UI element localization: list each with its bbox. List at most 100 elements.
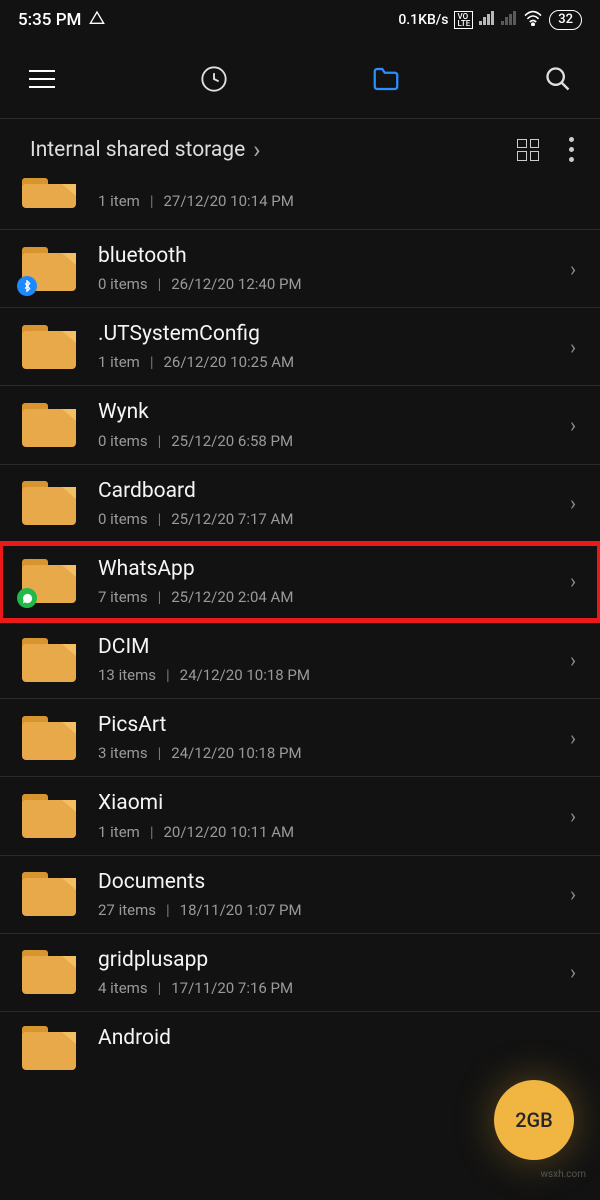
folder-date: 25/12/20 7:17 AM: [171, 510, 293, 528]
status-battery: 32: [549, 10, 582, 30]
chevron-right-icon: ›: [570, 569, 580, 593]
folder-info: gridplusapp4 items|17/11/20 7:16 PM: [98, 948, 570, 997]
folder-row[interactable]: WhatsApp 7 items | 25/12/20 2:04 AM ›: [0, 543, 600, 621]
folder-meta: 27 items | 18/11/20 1:07 PM: [98, 901, 570, 919]
folder-name: Cardboard: [98, 479, 570, 504]
folder-info: Cardboard0 items|25/12/20 7:17 AM: [98, 479, 570, 528]
separator: |: [150, 353, 154, 371]
breadcrumb-label: Internal shared storage: [30, 138, 245, 162]
folder-meta: 0 items|25/12/20 6:58 PM: [98, 432, 570, 450]
folder-item-count: 27 items: [98, 901, 156, 919]
chevron-right-icon: ›: [570, 491, 580, 515]
folder-icon: [22, 247, 76, 291]
search-icon: [544, 65, 572, 93]
clock-icon: [200, 65, 228, 93]
folder-name: bluetooth: [98, 244, 570, 269]
separator: |: [166, 666, 170, 684]
chevron-right-icon: ›: [570, 648, 580, 672]
folder-row[interactable]: bluetooth0 items|26/12/20 12:40 PM›: [0, 230, 600, 308]
chevron-right-icon: ›: [570, 960, 580, 984]
more-vertical-icon: [569, 137, 574, 162]
folder-date: 26/12/20 12:40 PM: [171, 275, 301, 293]
status-bar: 5:35 PM 0.1KB/s VOLTE 32: [0, 0, 600, 40]
folder-row[interactable]: Android: [0, 1012, 600, 1056]
search-button[interactable]: [540, 61, 576, 97]
folder-item-count: 4 items: [98, 979, 148, 997]
folder-info: DCIM 13 items | 24/12/20 10:18 PM: [98, 635, 570, 684]
status-volte-icon: VOLTE: [454, 11, 473, 29]
breadcrumb[interactable]: Internal shared storage ›: [30, 136, 260, 164]
folder-row[interactable]: Xiaomi1 item|20/12/20 10:11 AM›: [0, 777, 600, 855]
folder-info: Wynk 0 items|25/12/20 6:58 PM: [98, 400, 570, 449]
folder-icon: [22, 481, 76, 525]
folder-date: 25/12/20 2:04 AM: [171, 588, 293, 606]
folder-row[interactable]: gridplusapp4 items|17/11/20 7:16 PM›: [0, 934, 600, 1012]
folder-icon: [22, 950, 76, 994]
folder-row[interactable]: PicsArt3 items|24/12/20 10:18 PM›: [0, 699, 600, 777]
folder-date: 18/11/20 1:07 PM: [180, 901, 302, 919]
folder-info: .UTSystemConfig1 item|26/12/20 10:25 AM: [98, 322, 570, 371]
folder-name: Wynk: [98, 400, 570, 425]
storage-fab[interactable]: 2GB: [494, 1080, 574, 1160]
folder-item-count: 0 items: [98, 275, 148, 293]
folder-info: WhatsApp 7 items | 25/12/20 2:04 AM: [98, 557, 570, 606]
folder-meta: 7 items | 25/12/20 2:04 AM: [98, 588, 570, 606]
folder-meta: 13 items | 24/12/20 10:18 PM: [98, 666, 570, 684]
folder-row[interactable]: Documents 27 items | 18/11/20 1:07 PM ›: [0, 856, 600, 934]
folder-info: 1 item|27/12/20 10:14 PM: [98, 186, 580, 210]
folder-icon: [22, 325, 76, 369]
status-net-speed: 0.1KB/s: [398, 12, 448, 28]
folder-icon: [22, 559, 76, 603]
folder-info: Android: [98, 1026, 580, 1051]
separator: |: [158, 510, 162, 528]
folder-info: Documents 27 items | 18/11/20 1:07 PM: [98, 870, 570, 919]
folder-meta: 1 item|26/12/20 10:25 AM: [98, 353, 570, 371]
separator: |: [158, 744, 162, 762]
folder-date: 17/11/20 7:16 PM: [171, 979, 293, 997]
folder-item-count: 7 items: [98, 588, 148, 606]
more-options-button[interactable]: [569, 137, 574, 162]
files-tab[interactable]: [368, 61, 404, 97]
folder-icon: [22, 1026, 76, 1070]
folder-date: 25/12/20 6:58 PM: [171, 432, 293, 450]
folder-date: 24/12/20 10:18 PM: [180, 666, 310, 684]
separator: |: [166, 901, 170, 919]
folder-name: WhatsApp: [98, 557, 570, 582]
menu-button[interactable]: [24, 61, 60, 97]
folder-meta: 4 items | 17/11/20 7:16 PM: [98, 979, 570, 997]
folder-row[interactable]: DCIM 13 items | 24/12/20 10:18 PM ›: [0, 621, 600, 699]
folder-name: Android: [98, 1026, 580, 1051]
folder-name: DCIM: [98, 635, 570, 660]
folder-icon: [371, 64, 401, 94]
folder-date: 20/12/20 10:11 AM: [164, 823, 295, 841]
bluetooth-badge-icon: [17, 276, 37, 296]
folder-meta: 0 items|26/12/20 12:40 PM: [98, 275, 570, 293]
folder-meta: 0 items|25/12/20 7:17 AM: [98, 510, 570, 528]
folder-icon: [22, 638, 76, 682]
fab-label: 2GB: [515, 1108, 553, 1132]
folder-meta: 1 item|27/12/20 10:14 PM: [98, 192, 580, 210]
chevron-right-icon: ›: [570, 413, 580, 437]
folder-info: Xiaomi1 item|20/12/20 10:11 AM: [98, 791, 570, 840]
folder-name: Documents: [98, 870, 570, 895]
status-signal-1-icon: [479, 11, 495, 29]
folder-row[interactable]: .UTSystemConfig1 item|26/12/20 10:25 AM›: [0, 308, 600, 386]
recent-tab[interactable]: [196, 61, 232, 97]
folder-item-count: 13 items: [98, 666, 156, 684]
folder-row[interactable]: 1 item|27/12/20 10:14 PM: [0, 180, 600, 230]
chevron-right-icon: ›: [570, 882, 580, 906]
chevron-right-icon: ›: [570, 804, 580, 828]
status-warning-icon: [89, 10, 105, 30]
separator: |: [158, 588, 162, 606]
folder-item-count: 0 items: [98, 432, 148, 450]
toolbar: [0, 40, 600, 118]
folder-row[interactable]: Cardboard0 items|25/12/20 7:17 AM›: [0, 465, 600, 543]
folder-item-count: 1 item: [98, 192, 140, 210]
view-grid-button[interactable]: [517, 139, 539, 161]
watermark: wsxh.com: [541, 1169, 587, 1180]
status-signal-2-icon: [501, 11, 517, 29]
separator: |: [158, 979, 162, 997]
folder-row[interactable]: Wynk 0 items|25/12/20 6:58 PM›: [0, 386, 600, 464]
chevron-right-icon: ›: [570, 726, 580, 750]
folder-item-count: 1 item: [98, 823, 140, 841]
